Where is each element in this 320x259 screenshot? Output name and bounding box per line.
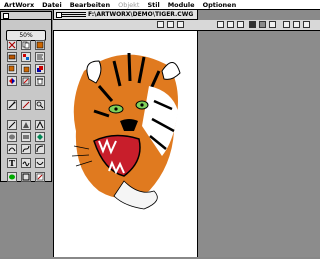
print-icon[interactable] [167, 21, 174, 28]
window-close-box[interactable] [56, 12, 62, 18]
document-title: F:\ARTWORX\DEMO\TIGER.CWG [86, 10, 196, 19]
arc-tool-icon[interactable] [35, 144, 45, 154]
align-right-icon[interactable] [237, 21, 244, 28]
menu-objekt[interactable]: Objekt [114, 1, 143, 9]
eyedropper-icon[interactable] [7, 100, 17, 110]
drawing-canvas[interactable] [54, 31, 197, 257]
line-tool-icon[interactable] [7, 120, 17, 130]
magnifier-icon[interactable] [35, 100, 45, 110]
document-toolbar [53, 20, 320, 31]
align-icon[interactable] [35, 52, 45, 62]
document-title-bar[interactable]: F:\ARTWORX\DEMO\TIGER.CWG [54, 10, 197, 20]
fill-color-icon[interactable] [7, 172, 17, 182]
triangle-tool-icon[interactable] [21, 120, 31, 130]
group-icon[interactable] [7, 52, 17, 62]
pattern-tool-icon[interactable] [35, 172, 45, 182]
color-black-icon[interactable] [249, 21, 256, 28]
cut-icon[interactable] [7, 40, 17, 50]
curve-tool-icon[interactable] [7, 144, 17, 154]
flip-icon[interactable] [7, 76, 17, 86]
palette-title-bar[interactable] [1, 12, 51, 20]
menu-datei[interactable]: Datei [38, 1, 66, 9]
rectangle-tool-icon[interactable] [21, 132, 31, 142]
bezier-tool-icon[interactable] [21, 144, 31, 154]
paste-icon[interactable] [35, 40, 45, 50]
text-tool-icon[interactable]: T [7, 158, 17, 168]
menu-optionen[interactable]: Optionen [199, 1, 241, 9]
ungroup-icon[interactable] [21, 52, 31, 62]
tiger-illustration [71, 52, 181, 210]
freehand-tool-icon[interactable] [21, 158, 31, 168]
color-white-icon[interactable] [269, 21, 276, 28]
tool-palette: 50% T [0, 11, 52, 182]
color-gray-icon[interactable] [259, 21, 266, 28]
menu-artworx[interactable]: ArtWorx [0, 1, 38, 9]
menu-bar: ArtWorx Datei Bearbeiten Objekt Stil Mod… [0, 0, 320, 10]
rotate-icon[interactable] [21, 76, 31, 86]
duplicate-icon[interactable] [35, 64, 45, 74]
send-back-icon[interactable] [21, 64, 31, 74]
palette-close-box[interactable] [3, 13, 9, 19]
menu-stil[interactable]: Stil [143, 1, 163, 9]
pen-icon[interactable] [21, 100, 31, 110]
ellipse-tool-icon[interactable] [7, 132, 17, 142]
layer-icon[interactable] [283, 21, 290, 28]
stroke-color-icon[interactable] [21, 172, 31, 182]
page-icon[interactable] [177, 21, 184, 28]
bring-front-icon[interactable] [7, 64, 17, 74]
save-icon[interactable] [157, 21, 164, 28]
polygon-tool-icon[interactable] [35, 120, 45, 130]
align-center-icon[interactable] [227, 21, 234, 28]
trash-icon[interactable] [35, 76, 45, 86]
menu-module[interactable]: Module [164, 1, 199, 9]
empty-workspace [198, 31, 320, 257]
spline-tool-icon[interactable] [35, 158, 45, 168]
align-left-icon[interactable] [217, 21, 224, 28]
menu-bearbeiten[interactable]: Bearbeiten [66, 1, 114, 9]
copy-icon[interactable] [21, 40, 31, 50]
diamond-tool-icon[interactable] [35, 132, 45, 142]
snap-icon[interactable] [303, 21, 310, 28]
grid-icon[interactable] [293, 21, 300, 28]
